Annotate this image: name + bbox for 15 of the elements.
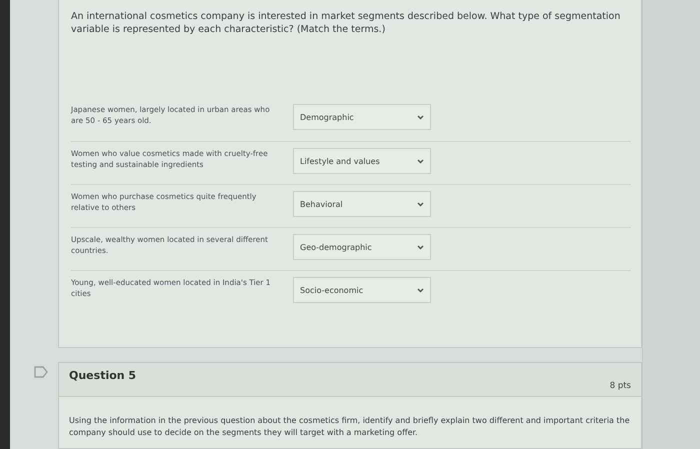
chevron-down-icon <box>417 244 424 250</box>
answer-dropdown[interactable]: Geo-demographic <box>293 234 431 260</box>
chevron-down-icon <box>417 158 424 164</box>
chevron-down-icon <box>417 202 424 206</box>
chevron-down-icon <box>417 114 424 120</box>
question-points: 8 pts <box>610 381 631 393</box>
question-prompt: An international cosmetics company is interested in market segments described below. What type of segmentation variable is represented by each characteristic? (Match the terms.) <box>71 10 622 36</box>
chevron-down-icon <box>417 288 424 292</box>
bookmark-icon[interactable] <box>34 366 48 378</box>
answer-dropdown[interactable]: Behavioral <box>293 191 431 217</box>
answer-dropdown[interactable]: Demographic <box>293 104 431 130</box>
question-title: Question 5 <box>69 369 136 384</box>
answer-dropdown[interactable]: Lifestyle and values <box>293 148 431 174</box>
answer-dropdown[interactable]: Socio-economic <box>293 277 431 303</box>
question-text: Using the information in the previous question about the cosmetics firm, identify and briefly explain two different and important criteria the company should use to decide on the segments they will target with a marketing offer. <box>69 415 631 439</box>
